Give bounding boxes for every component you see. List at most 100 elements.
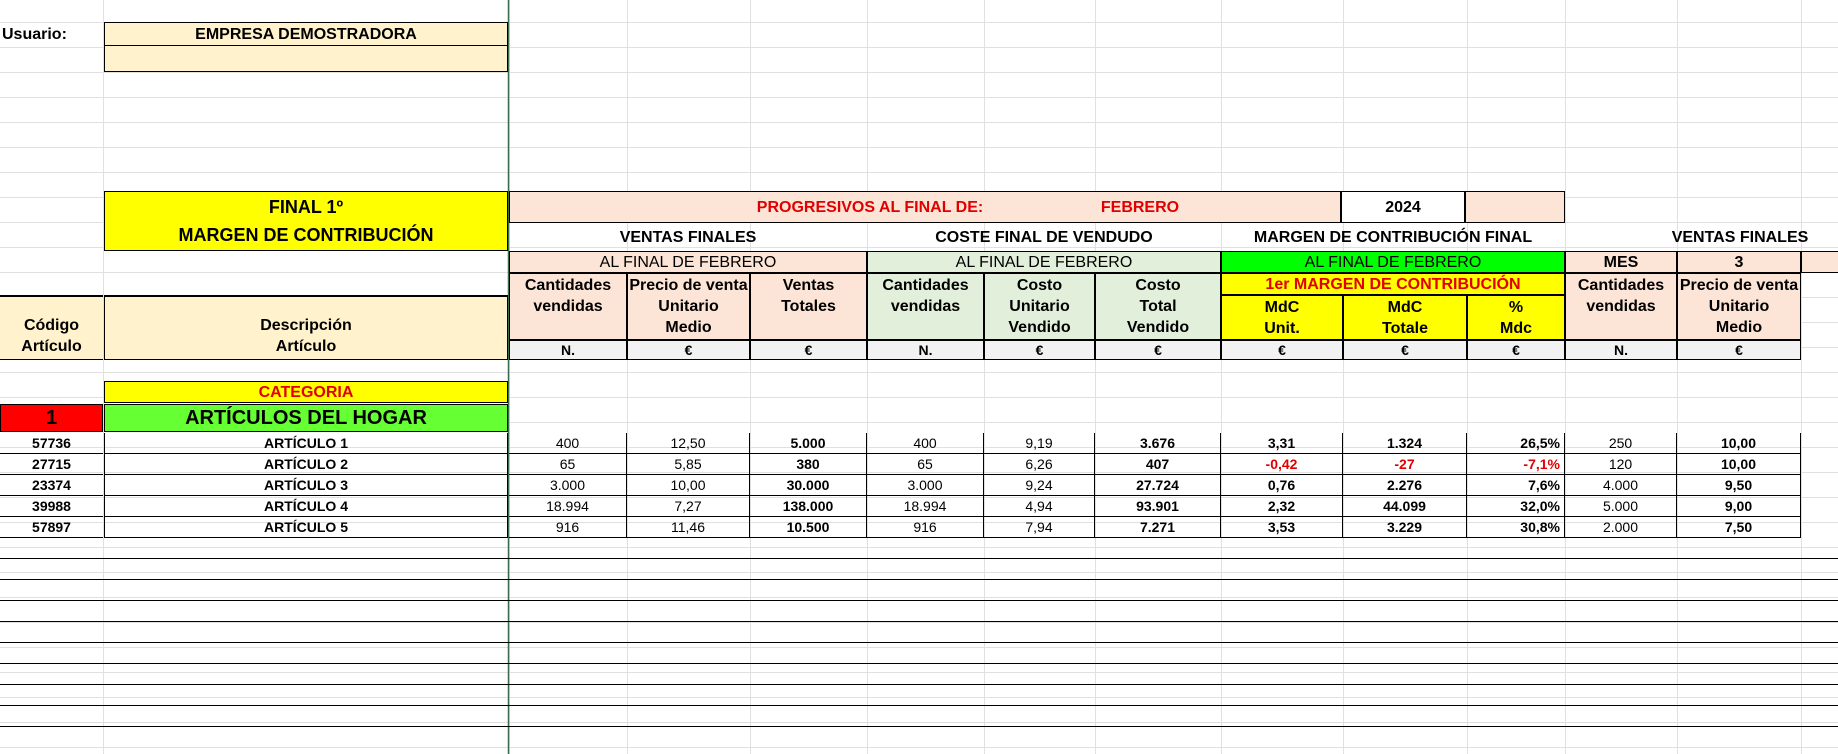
empty-row[interactable]	[0, 601, 1838, 622]
data-cell[interactable]: 400	[509, 433, 627, 454]
data-cell[interactable]: 916	[509, 517, 627, 538]
column-header-line	[806, 317, 810, 338]
data-cell[interactable]: 30.000	[750, 475, 867, 496]
data-cell[interactable]: 7,94	[984, 517, 1095, 538]
data-cell[interactable]: 10,00	[1677, 433, 1801, 454]
data-cell[interactable]: -27	[1343, 454, 1467, 475]
empty-row[interactable]	[0, 706, 1838, 727]
column-header-line: Costo	[1135, 277, 1181, 294]
data-cell[interactable]: 65	[867, 454, 984, 475]
data-cell[interactable]: 12,50	[627, 433, 750, 454]
empty-row[interactable]	[0, 580, 1838, 601]
column-header-line: vendidas	[890, 298, 961, 315]
data-cell[interactable]: 9,19	[984, 433, 1095, 454]
column-header-line: Totale	[1382, 320, 1428, 337]
article-code[interactable]: 57897	[0, 517, 103, 538]
progress-year[interactable]: 2024	[1341, 191, 1465, 223]
company-name-cell[interactable]: EMPRESA DEMOSTRADORA	[104, 22, 508, 46]
data-cell[interactable]: 2.276	[1343, 475, 1467, 496]
data-cell[interactable]: 407	[1095, 454, 1221, 475]
category-number[interactable]: 1	[0, 404, 103, 432]
data-cell[interactable]: -7,1%	[1467, 454, 1565, 475]
article-code[interactable]: 39988	[0, 496, 103, 517]
data-cell[interactable]: 380	[750, 454, 867, 475]
data-cell[interactable]: 120	[1565, 454, 1677, 475]
empty-row[interactable]	[0, 685, 1838, 706]
data-cell[interactable]: 1.324	[1343, 433, 1467, 454]
header-code-line1: Código	[23, 317, 80, 334]
data-cell[interactable]: 2.000	[1565, 517, 1677, 538]
sub-coste: AL FINAL DE FEBRERO	[867, 251, 1221, 273]
progress-month[interactable]: FEBRERO	[1040, 191, 1240, 223]
data-cell[interactable]: 3.000	[509, 475, 627, 496]
column-header-line: Unitario	[1708, 298, 1770, 315]
data-cell[interactable]: 18.994	[509, 496, 627, 517]
data-cell[interactable]: 3,53	[1221, 517, 1343, 538]
data-cell[interactable]: 5.000	[750, 433, 867, 454]
data-cell[interactable]: 30,8%	[1467, 517, 1565, 538]
data-cell[interactable]: 18.994	[867, 496, 984, 517]
data-cell[interactable]: 27.724	[1095, 475, 1221, 496]
data-cell[interactable]: 44.099	[1343, 496, 1467, 517]
data-cell[interactable]: 32,0%	[1467, 496, 1565, 517]
data-cell[interactable]: 4,94	[984, 496, 1095, 517]
data-cell[interactable]: 5.000	[1565, 496, 1677, 517]
data-cell[interactable]: 916	[867, 517, 984, 538]
empty-row[interactable]	[0, 643, 1838, 664]
article-description[interactable]: ARTÍCULO 5	[104, 517, 508, 538]
empty-row[interactable]	[0, 622, 1838, 643]
data-cell[interactable]: -0,42	[1221, 454, 1343, 475]
empty-row[interactable]	[0, 664, 1838, 685]
data-cell[interactable]: 10,00	[627, 475, 750, 496]
article-code[interactable]: 57736	[0, 433, 103, 454]
data-cell[interactable]: 7,27	[627, 496, 750, 517]
data-cell[interactable]: 5,85	[627, 454, 750, 475]
data-cell[interactable]: 2,32	[1221, 496, 1343, 517]
sub-margen: AL FINAL DE FEBRERO	[1221, 251, 1565, 273]
data-cell[interactable]: 7.271	[1095, 517, 1221, 538]
unit-cell: €	[1095, 340, 1221, 360]
data-cell[interactable]: 4.000	[1565, 475, 1677, 496]
column-header-line: Vendido	[1126, 319, 1190, 336]
column-header-line: Cantidades	[882, 277, 969, 294]
data-cell[interactable]: 10.500	[750, 517, 867, 538]
company-extra-cell[interactable]	[104, 46, 508, 72]
report-title: FINAL 1º MARGEN DE CONTRIBUCIÓN	[104, 191, 508, 251]
data-cell[interactable]: 138.000	[750, 496, 867, 517]
data-cell[interactable]: 3.676	[1095, 433, 1221, 454]
column-header: Costo Total Vendido	[1095, 273, 1221, 340]
category-name[interactable]: ARTÍCULOS DEL HOGAR	[104, 404, 508, 432]
article-description[interactable]: ARTÍCULO 3	[104, 475, 508, 496]
data-cell[interactable]: 3.229	[1343, 517, 1467, 538]
data-cell[interactable]: 11,46	[627, 517, 750, 538]
article-description[interactable]: ARTÍCULO 4	[104, 496, 508, 517]
article-description[interactable]: ARTÍCULO 1	[104, 433, 508, 454]
data-cell[interactable]: 9,24	[984, 475, 1095, 496]
column-header-line: Totales	[781, 298, 836, 315]
column-header-line	[923, 317, 927, 338]
empty-row[interactable]	[0, 538, 1838, 559]
data-cell[interactable]: 3,31	[1221, 433, 1343, 454]
data-cell[interactable]: 26,5%	[1467, 433, 1565, 454]
progress-extra-cell[interactable]	[1465, 191, 1565, 223]
data-cell[interactable]: 9,00	[1677, 496, 1801, 517]
data-cell[interactable]: 0,76	[1221, 475, 1343, 496]
article-code[interactable]: 27715	[0, 454, 103, 475]
empty-row[interactable]	[0, 559, 1838, 580]
article-code[interactable]: 23374	[0, 475, 103, 496]
data-cell[interactable]: 10,00	[1677, 454, 1801, 475]
data-cell[interactable]: 400	[867, 433, 984, 454]
mes-label: MES	[1565, 251, 1677, 273]
data-cell[interactable]: 6,26	[984, 454, 1095, 475]
data-cell[interactable]: 7,50	[1677, 517, 1801, 538]
article-description[interactable]: ARTÍCULO 2	[104, 454, 508, 475]
column-header: MdC Unit.	[1221, 295, 1343, 340]
data-cell[interactable]: 7,6%	[1467, 475, 1565, 496]
data-cell[interactable]: 65	[509, 454, 627, 475]
data-cell[interactable]: 9,50	[1677, 475, 1801, 496]
spreadsheet[interactable]: Usuario: EMPRESA DEMOSTRADORA FINAL 1º M…	[0, 0, 1838, 754]
mes-value[interactable]: 3	[1677, 251, 1801, 273]
data-cell[interactable]: 250	[1565, 433, 1677, 454]
data-cell[interactable]: 93.901	[1095, 496, 1221, 517]
data-cell[interactable]: 3.000	[867, 475, 984, 496]
